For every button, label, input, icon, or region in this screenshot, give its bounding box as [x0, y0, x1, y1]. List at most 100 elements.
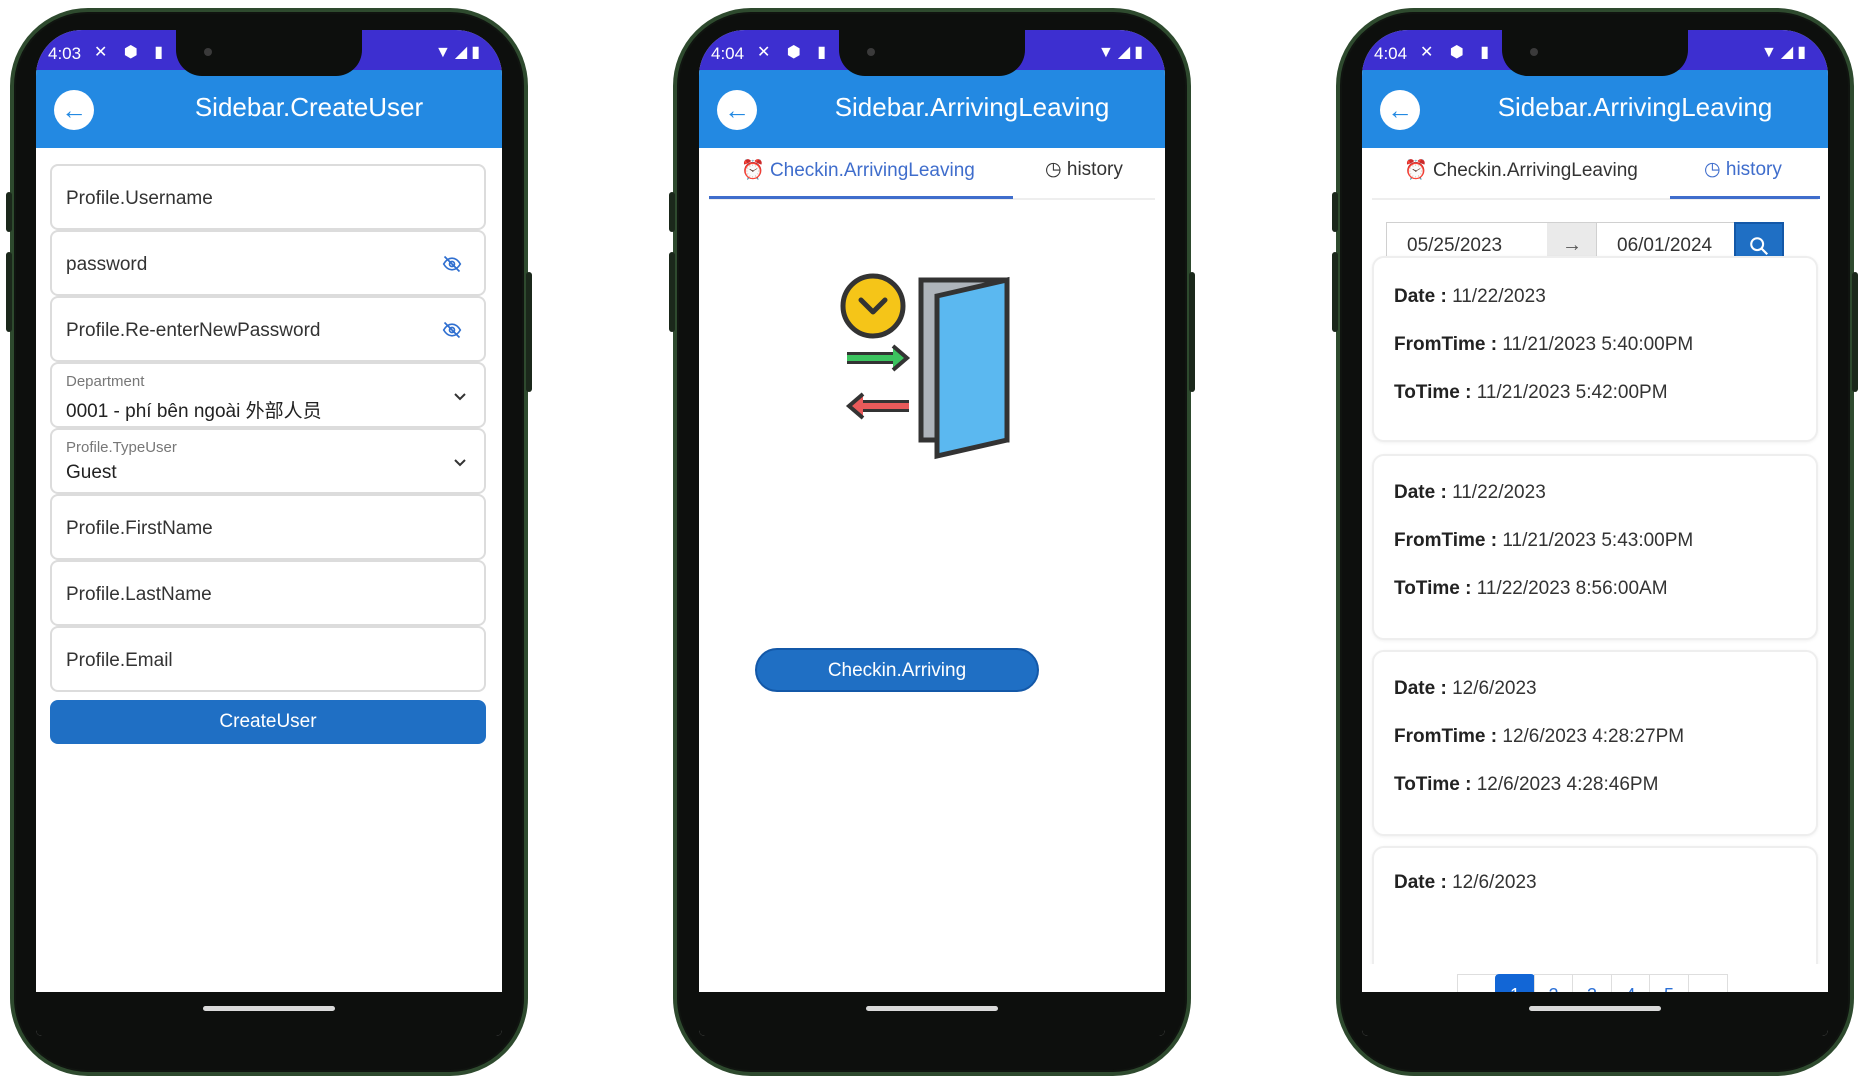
camera-notch [176, 30, 362, 76]
signal-battery-icons: ▼◢▮ [435, 44, 484, 61]
department-select[interactable]: Department 0001 - phí bên ngoài 外部人员 [50, 362, 486, 428]
alarm-clock-icon: ⏰ [741, 160, 765, 181]
app-bar: ← Sidebar.CreateUser [36, 70, 502, 148]
chevron-down-icon [454, 393, 466, 401]
tab-history[interactable]: ◷ history [1045, 158, 1123, 181]
side-button [6, 192, 12, 232]
from-row: FromTime : 11/21/2023 5:43:00PM [1394, 530, 1693, 552]
clock-icon: ◷ [1704, 159, 1721, 180]
department-value: 0001 - phí bên ngoài 外部人员 [66, 401, 322, 422]
camera-notch [1502, 30, 1688, 76]
status-time: 4:03 [48, 44, 82, 63]
page-title: Sidebar.ArrivingLeaving [1497, 92, 1773, 122]
side-button [1332, 192, 1338, 232]
back-arrow-icon[interactable]: ← [1380, 90, 1420, 130]
notification-icons: ✕ ⬢ ▮ [94, 44, 170, 61]
chevron-down-icon [454, 459, 466, 467]
power-button [526, 272, 532, 392]
date-value: 11/22/2023 [1452, 286, 1546, 307]
status-time: 4:04 [1374, 44, 1408, 63]
lastname-field[interactable]: Profile.LastName [50, 560, 486, 626]
eye-off-icon[interactable] [442, 320, 462, 340]
checkin-arriving-button[interactable]: Checkin.Arriving [755, 648, 1039, 692]
typeuser-select[interactable]: Profile.TypeUser Guest [50, 428, 486, 494]
navigation-bar [36, 992, 502, 1036]
username-field[interactable]: Profile.Username [50, 164, 486, 230]
tab-checkin[interactable]: ⏰ Checkin.ArrivingLeaving [741, 158, 975, 182]
tab-history[interactable]: ◷ history [1704, 158, 1782, 181]
active-tab-indicator [1670, 196, 1820, 199]
from-label: FromTime : [1394, 530, 1498, 551]
to-label: ToTime : [1394, 774, 1472, 795]
side-button [669, 192, 675, 232]
back-arrow-icon[interactable]: ← [54, 90, 94, 130]
side-button [1332, 252, 1338, 332]
date-label: Date : [1394, 678, 1447, 699]
tab-history-label: history [1725, 159, 1782, 180]
history-card: Date : 12/6/2023 FromTime : 12/6/2023 4:… [1372, 650, 1818, 836]
email-field[interactable]: Profile.Email [50, 626, 486, 692]
email-placeholder: Profile.Email [66, 650, 173, 671]
date-row: Date : 11/22/2023 [1394, 286, 1546, 308]
create-user-button[interactable]: CreateUser [50, 700, 486, 744]
date-label: Date : [1394, 286, 1447, 307]
app-bar: ← Sidebar.ArrivingLeaving [699, 70, 1165, 148]
password-field[interactable]: password [50, 230, 486, 296]
home-indicator[interactable] [1529, 1006, 1661, 1011]
navigation-bar [699, 992, 1165, 1036]
status-time: 4:04 [711, 44, 745, 63]
notification-icons: ✕ ⬢ ▮ [1420, 44, 1496, 61]
from-value: 12/6/2023 4:28:27PM [1502, 726, 1685, 747]
firstname-field[interactable]: Profile.FirstName [50, 494, 486, 560]
door-illustration [840, 273, 1010, 460]
from-label: FromTime : [1394, 726, 1498, 747]
to-row: ToTime : 11/21/2023 5:42:00PM [1394, 382, 1668, 404]
date-value: 12/6/2023 [1452, 872, 1537, 893]
from-label: FromTime : [1394, 334, 1498, 355]
eye-off-icon[interactable] [442, 254, 462, 274]
page-title: Sidebar.CreateUser [194, 92, 424, 122]
history-card: Date : 11/22/2023 FromTime : 11/21/2023 … [1372, 256, 1818, 442]
tab-checkin[interactable]: ⏰ Checkin.ArrivingLeaving [1404, 158, 1638, 182]
screen-history: 4:04 ✕ ⬢ ▮ ▼◢▮ ← Sidebar.ArrivingLeaving… [1362, 30, 1828, 1036]
to-row: ToTime : 11/22/2023 8:56:00AM [1394, 578, 1668, 600]
history-card: Date : 11/22/2023 FromTime : 11/21/2023 … [1372, 454, 1818, 640]
signal-battery-icons: ▼◢▮ [1761, 44, 1810, 61]
lastname-placeholder: Profile.LastName [66, 584, 212, 605]
power-button [1852, 272, 1858, 392]
tab-checkin-label: Checkin.ArrivingLeaving [1432, 160, 1638, 181]
to-label: ToTime : [1394, 382, 1472, 403]
clock-icon: ◷ [1045, 159, 1062, 180]
home-indicator[interactable] [866, 1006, 998, 1011]
from-row: FromTime : 11/21/2023 5:40:00PM [1394, 334, 1693, 356]
from-row: FromTime : 12/6/2023 4:28:27PM [1394, 726, 1684, 748]
tab-checkin-label: Checkin.ArrivingLeaving [769, 160, 975, 181]
reenter-password-field[interactable]: Profile.Re-enterNewPassword [50, 296, 486, 362]
to-value: 11/22/2023 8:56:00AM [1476, 578, 1668, 599]
side-button [6, 252, 12, 332]
reenter-password-placeholder: Profile.Re-enterNewPassword [66, 320, 321, 341]
date-row: Date : 12/6/2023 [1394, 872, 1537, 894]
search-icon [1750, 237, 1769, 256]
screen-arriving-leaving: 4:04 ✕ ⬢ ▮ ▼◢▮ ← Sidebar.ArrivingLeaving… [699, 30, 1165, 1036]
alarm-clock-icon: ⏰ [1404, 160, 1428, 181]
username-placeholder: Profile.Username [66, 188, 213, 209]
power-button [1189, 272, 1195, 392]
app-bar: ← Sidebar.ArrivingLeaving [1362, 70, 1828, 148]
date-value: 12/6/2023 [1452, 678, 1537, 699]
firstname-placeholder: Profile.FirstName [66, 518, 213, 539]
home-indicator[interactable] [203, 1006, 335, 1011]
page-title: Sidebar.ArrivingLeaving [834, 92, 1110, 122]
screen-create-user: 4:03 ✕ ⬢ ▮ ▼◢▮ ← Sidebar.CreateUser Prof… [36, 30, 502, 1036]
date-row: Date : 11/22/2023 [1394, 482, 1546, 504]
department-label: Department [66, 373, 145, 390]
to-value: 11/21/2023 5:42:00PM [1476, 382, 1668, 403]
back-arrow-icon[interactable]: ← [717, 90, 757, 130]
navigation-bar [1362, 992, 1828, 1036]
notification-icons: ✕ ⬢ ▮ [757, 44, 833, 61]
typeuser-value: Guest [66, 462, 117, 483]
to-label: ToTime : [1394, 578, 1472, 599]
camera-notch [839, 30, 1025, 76]
side-button [669, 252, 675, 332]
password-placeholder: password [66, 254, 148, 275]
